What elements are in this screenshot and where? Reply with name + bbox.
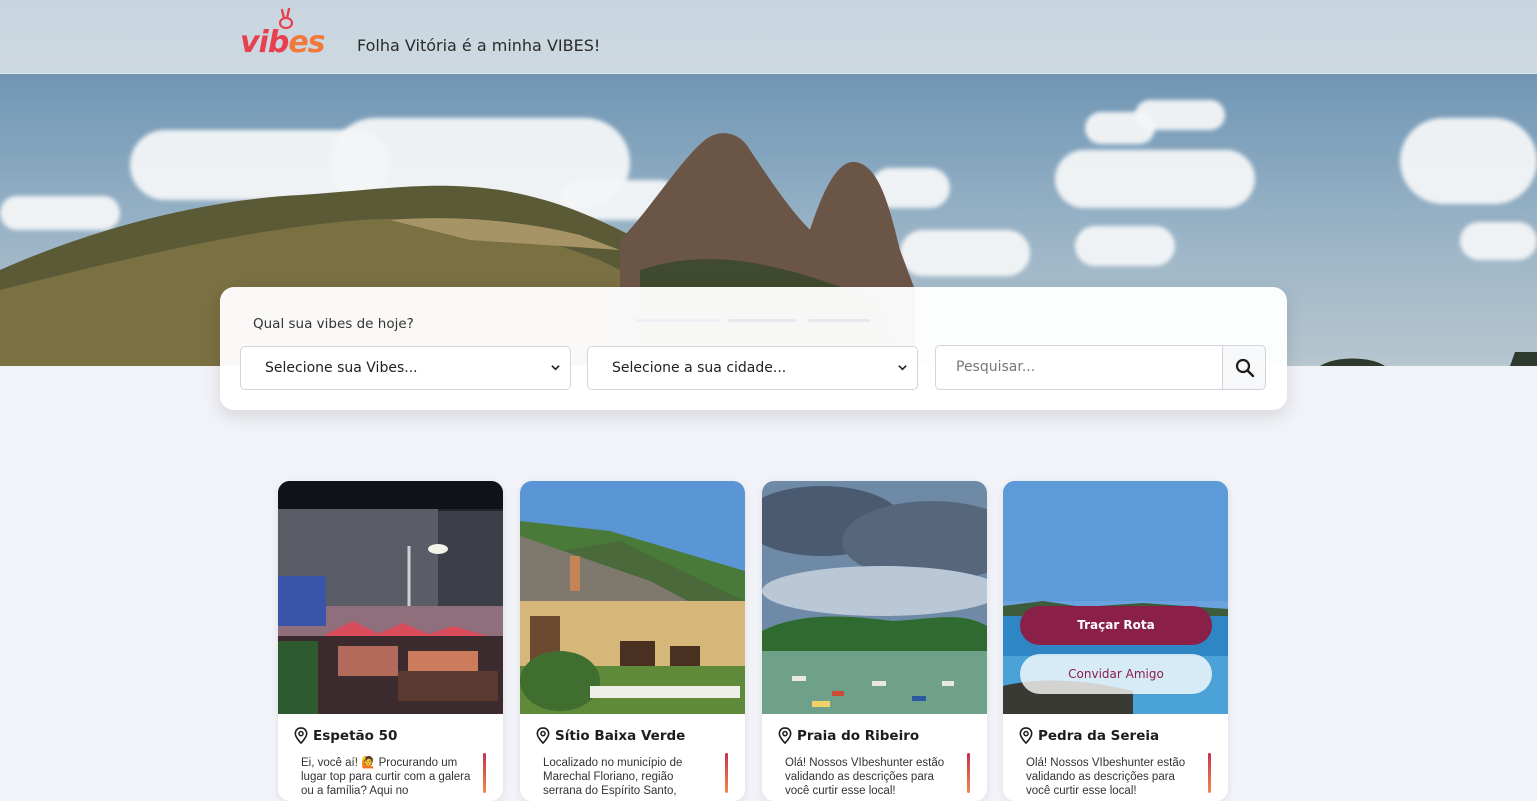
- vibes-select-value: Selecione sua Vibes...: [265, 360, 418, 376]
- place-card[interactable]: Espetão 50 Ei, você aí! 🙋 Procurando um …: [278, 481, 503, 801]
- description-scrollbar[interactable]: [483, 753, 486, 793]
- search-panel: Qual sua vibes de hoje? Selecione sua Vi…: [220, 287, 1287, 410]
- carousel-indicator[interactable]: [808, 319, 870, 322]
- location-pin-icon: [294, 727, 308, 744]
- place-card[interactable]: Praia do Ribeiro Olá! Nossos VIbeshunter…: [762, 481, 987, 801]
- city-select[interactable]: Selecione a sua cidade...: [587, 346, 918, 390]
- location-pin-icon: [536, 727, 550, 744]
- invite-friend-button[interactable]: Convidar Amigo: [1020, 654, 1212, 694]
- carousel-indicator[interactable]: [636, 319, 720, 322]
- search-input[interactable]: Pesquisar...: [935, 345, 1223, 390]
- place-title[interactable]: Sítio Baixa Verde: [535, 727, 685, 744]
- search-button[interactable]: [1222, 345, 1266, 390]
- search-label: Qual sua vibes de hoje?: [253, 316, 414, 332]
- chevron-down-icon: [898, 365, 907, 371]
- tagline: Folha Vitória é a minha VIBES!: [357, 36, 601, 55]
- place-photo[interactable]: [762, 481, 987, 714]
- description-scrollbar[interactable]: [967, 753, 970, 793]
- trace-route-button[interactable]: Traçar Rota: [1020, 606, 1212, 645]
- vibes-select[interactable]: Selecione sua Vibes...: [240, 346, 571, 390]
- place-card[interactable]: Traçar Rota Convidar Amigo Pedra da Sere…: [1003, 481, 1228, 801]
- place-description: Ei, você aí! 🙋 Procurando um lugar top p…: [301, 757, 471, 797]
- place-card[interactable]: Sítio Baixa Verde Localizado no municípi…: [520, 481, 745, 801]
- vibes-logo[interactable]: vibes: [240, 8, 336, 62]
- city-select-value: Selecione a sua cidade...: [612, 360, 787, 376]
- place-description: Olá! Nossos VIbeshunter estão validando …: [785, 757, 945, 797]
- logo-wordmark: vibes: [240, 25, 326, 60]
- search-placeholder: Pesquisar...: [956, 359, 1036, 375]
- place-title[interactable]: Praia do Ribeiro: [777, 727, 919, 744]
- place-photo[interactable]: [278, 481, 503, 714]
- chevron-down-icon: [551, 365, 560, 371]
- place-title[interactable]: Pedra da Sereia: [1018, 727, 1159, 744]
- location-pin-icon: [1019, 727, 1033, 744]
- description-scrollbar[interactable]: [725, 753, 728, 793]
- carousel-indicator[interactable]: [728, 319, 796, 322]
- place-description: Olá! Nossos VIbeshunter estão validando …: [1026, 757, 1186, 797]
- top-bar: vibes Folha Vitória é a minha VIBES!: [0, 0, 1537, 74]
- search-icon: [1235, 358, 1255, 378]
- place-photo[interactable]: [520, 481, 745, 714]
- description-scrollbar[interactable]: [1208, 753, 1211, 793]
- location-pin-icon: [778, 727, 792, 744]
- place-photo[interactable]: Traçar Rota Convidar Amigo: [1003, 481, 1228, 714]
- place-description: Localizado no município de Marechal Flor…: [543, 757, 683, 797]
- place-title[interactable]: Espetão 50: [293, 727, 397, 744]
